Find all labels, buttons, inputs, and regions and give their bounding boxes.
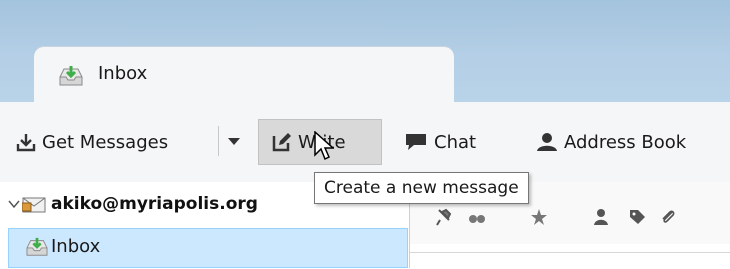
write-button-content[interactable]: Write bbox=[272, 128, 346, 156]
download-icon bbox=[16, 134, 36, 152]
contact-filter-icon[interactable] bbox=[594, 208, 608, 230]
tab-inbox[interactable]: Inbox bbox=[34, 47, 454, 103]
chevron-down-icon[interactable] bbox=[8, 199, 20, 209]
folder-label: Inbox bbox=[51, 236, 101, 257]
unread-icon[interactable] bbox=[468, 210, 486, 229]
thread-column-header bbox=[410, 252, 730, 269]
folder-item-inbox[interactable]: Inbox bbox=[8, 228, 408, 268]
write-tooltip: Create a new message bbox=[314, 172, 529, 204]
chat-button[interactable]: Chat bbox=[404, 128, 476, 156]
address-book-label: Address Book bbox=[564, 131, 687, 153]
account-row[interactable]: akiko@myriapolis.org bbox=[8, 190, 258, 218]
address-book-button[interactable]: Address Book bbox=[536, 128, 686, 156]
get-messages-button[interactable]: Get Messages bbox=[16, 128, 168, 156]
pin-icon[interactable] bbox=[436, 208, 452, 230]
star-icon[interactable] bbox=[530, 208, 548, 230]
attachment-icon[interactable] bbox=[660, 208, 676, 230]
account-name: akiko@myriapolis.org bbox=[51, 194, 258, 214]
toolbar-separator bbox=[218, 126, 219, 156]
tag-icon[interactable] bbox=[628, 208, 646, 230]
get-messages-dropdown-icon[interactable] bbox=[228, 138, 240, 145]
tab-label: Inbox bbox=[98, 63, 148, 84]
mouse-cursor-icon bbox=[314, 130, 335, 165]
chat-label: Chat bbox=[434, 131, 477, 153]
chat-bubble-icon bbox=[406, 134, 426, 150]
inbox-icon bbox=[25, 237, 49, 261]
contact-icon bbox=[537, 133, 557, 151]
get-messages-label: Get Messages bbox=[42, 131, 169, 153]
pencil-icon bbox=[272, 133, 291, 152]
account-envelope-icon bbox=[22, 197, 46, 213]
tooltip-text: Create a new message bbox=[324, 178, 519, 198]
inbox-icon bbox=[58, 65, 84, 87]
